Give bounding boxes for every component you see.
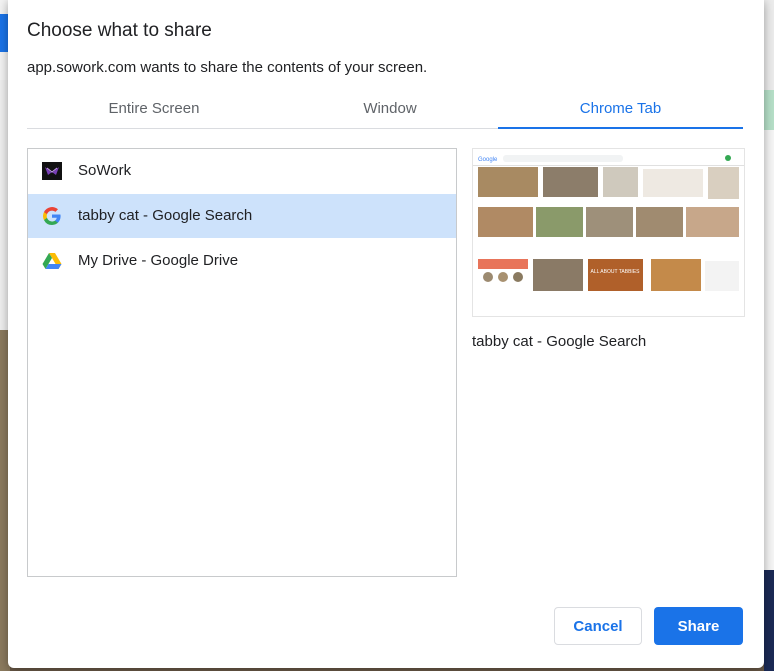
thumb-google-logo: Google <box>478 157 498 163</box>
background-page-right <box>764 0 774 671</box>
sowork-icon <box>42 161 62 181</box>
list-item-label: My Drive - Google Drive <box>78 252 239 269</box>
source-tabs: Entire Screen Window Chrome Tab <box>27 90 743 129</box>
list-item-google-search[interactable]: tabby cat - Google Search <box>28 194 456 238</box>
cancel-button[interactable]: Cancel <box>554 607 642 645</box>
google-icon <box>42 206 62 226</box>
share-dialog: Choose what to share app.sowork.com want… <box>8 0 764 668</box>
preview-caption: tabby cat - Google Search <box>472 333 647 350</box>
dialog-subtitle: app.sowork.com wants to share the conten… <box>27 59 428 76</box>
list-item-sowork[interactable]: SoWork <box>28 149 456 193</box>
chrome-tab-list: SoWork tabby cat - Google Search My Driv… <box>27 148 457 577</box>
google-drive-icon <box>42 251 62 271</box>
tab-preview-thumbnail: Google ALL ABOUT TABBIES <box>472 148 745 317</box>
share-button[interactable]: Share <box>654 607 743 645</box>
tab-window[interactable]: Window <box>271 90 509 128</box>
dialog-title: Choose what to share <box>27 20 212 41</box>
thumb-tabbies-label: ALL ABOUT TABBIES <box>590 269 640 275</box>
list-item-label: SoWork <box>78 162 132 179</box>
list-item-label: tabby cat - Google Search <box>78 207 253 224</box>
list-item-google-drive[interactable]: My Drive - Google Drive <box>28 239 456 283</box>
tab-entire-screen[interactable]: Entire Screen <box>27 90 281 128</box>
tab-chrome-tab[interactable]: Chrome Tab <box>498 90 743 129</box>
